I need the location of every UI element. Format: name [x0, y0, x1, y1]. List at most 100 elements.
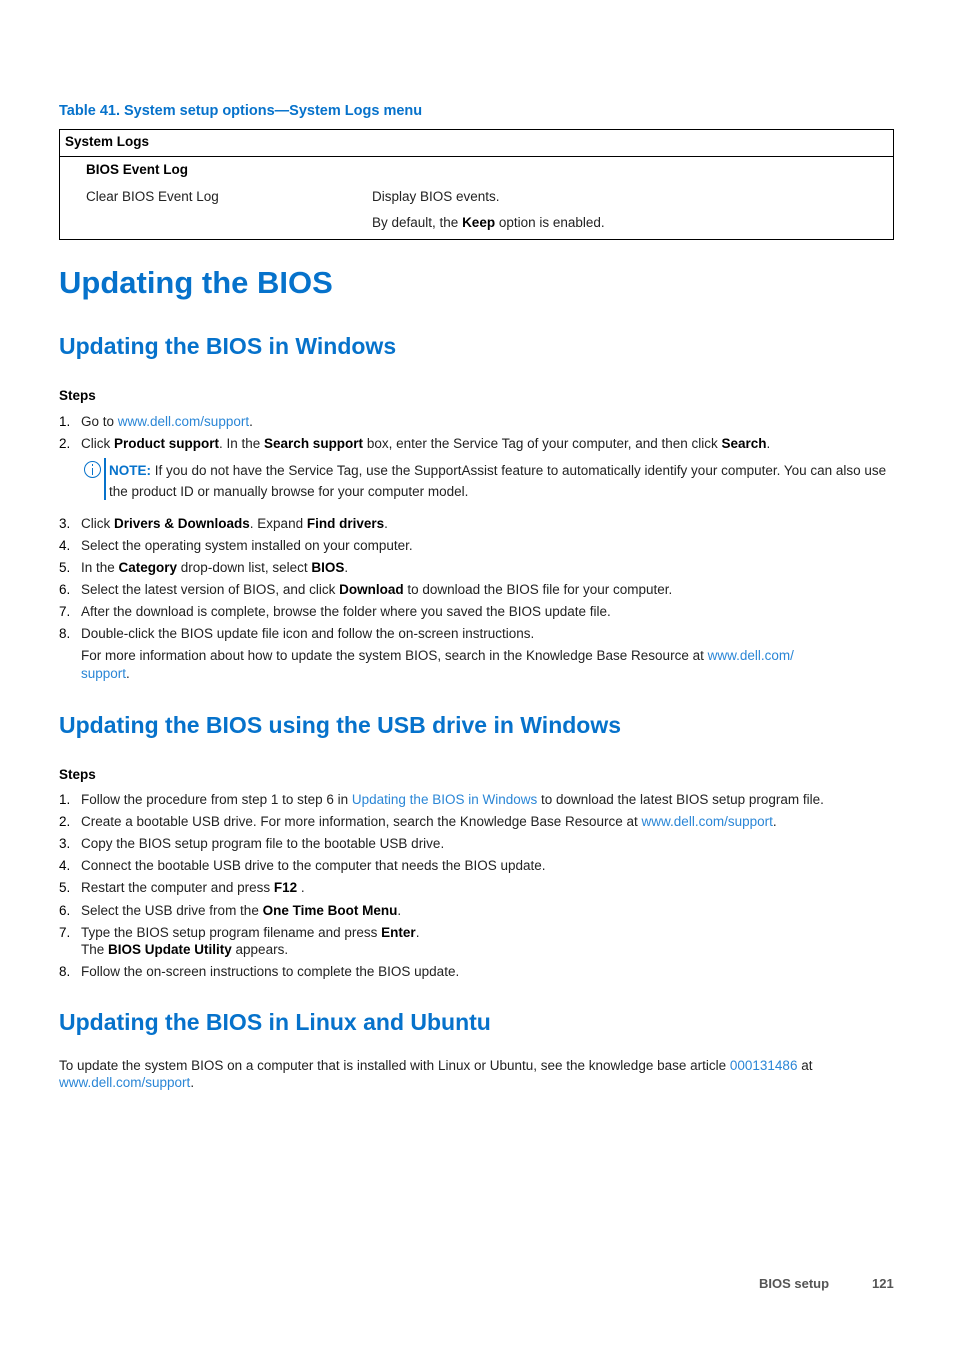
table-caption: Table 41. System setup options—System Lo…	[59, 103, 423, 119]
keep-option: Keep	[462, 215, 496, 230]
more-info-paragraph: For more information about how to update…	[81, 648, 794, 663]
step-number: 7.	[59, 925, 71, 940]
text: Go to	[81, 414, 118, 429]
kb-article-link[interactable]: 000131486	[730, 1058, 798, 1073]
text: By default, the	[372, 215, 463, 230]
step-number: 7.	[59, 604, 71, 619]
section-heading-linux: Updating the BIOS in Linux and Ubuntu	[59, 1009, 491, 1035]
list-item: 5. In the Category drop-down list, select…	[59, 560, 348, 575]
text: . Expand	[249, 516, 307, 531]
list-item-continuation: The BIOS Update Utility appears.	[81, 942, 288, 957]
list-item: 6. Select the USB drive from the One Time…	[59, 903, 401, 918]
bold: Enter	[381, 925, 416, 940]
text: drop-down list, select	[177, 560, 312, 575]
step-number: 4.	[59, 538, 71, 553]
linux-paragraph: To update the system BIOS on a computer …	[59, 1058, 812, 1073]
text: Double-click the BIOS update file icon a…	[81, 626, 535, 641]
list-item: 2. Create a bootable USB drive. For more …	[59, 814, 777, 829]
bold: BIOS	[311, 560, 345, 575]
table-subheader: BIOS Event Log	[86, 162, 189, 177]
text: . In the	[219, 436, 265, 451]
text: to download the BIOS file for your compu…	[403, 582, 673, 597]
bold: BIOS Update Utility	[108, 942, 232, 957]
list-item: 7. After the download is complete, browse…	[59, 604, 611, 619]
page-number: 121	[872, 1276, 894, 1291]
text: For more information about how to update…	[81, 648, 708, 663]
text: .	[297, 880, 305, 895]
updating-bios-windows-link[interactable]: Updating the BIOS in Windows	[352, 792, 537, 807]
text: Copy the BIOS setup program file to the …	[81, 836, 445, 851]
text: To update the system BIOS on a computer …	[59, 1058, 730, 1073]
step-number: 8.	[59, 626, 71, 641]
steps-label: Steps	[59, 388, 96, 403]
text: .	[397, 903, 402, 918]
section-heading-usb: Updating the BIOS using the USB drive in…	[59, 712, 622, 738]
list-item: 5. Restart the computer and press F12 .	[59, 880, 305, 895]
list-item: 3. Click Drivers & Downloads. Expand Find…	[59, 516, 388, 531]
bold: One Time Boot Menu	[262, 903, 398, 918]
text: Connect the bootable USB drive to the co…	[81, 858, 546, 873]
step-number: 1.	[59, 792, 71, 807]
info-icon	[84, 461, 101, 478]
table-description: Display BIOS events.	[372, 189, 500, 204]
text: Follow the on-screen instructions to com…	[81, 964, 460, 979]
step-number: 8.	[59, 964, 71, 979]
footer-section-name: BIOS setup	[759, 1276, 830, 1291]
step-number: 5.	[59, 880, 71, 895]
table-option: Clear BIOS Event Log	[86, 189, 219, 204]
list-item: 4. Select the operating system installed …	[59, 538, 413, 553]
text: .	[249, 414, 253, 429]
list-item: 4. Connect the bootable USB drive to the …	[59, 858, 546, 873]
step-number: 1.	[59, 414, 71, 429]
list-item: 2. Click Product support. In the Search s…	[59, 436, 770, 451]
page-title: Updating the BIOS	[59, 265, 333, 300]
dell-support-link[interactable]: support	[81, 666, 126, 681]
text: .	[415, 925, 420, 940]
text: .	[772, 814, 777, 829]
list-item: 1. Go to www.dell.com/support.	[59, 414, 253, 429]
list-item: 3. Copy the BIOS setup program file to th…	[59, 836, 444, 851]
text: Restart the computer and press	[81, 880, 274, 895]
text: Create a bootable USB drive. For more in…	[81, 814, 642, 829]
table-default-note: By default, the Keep option is enabled.	[372, 215, 605, 230]
bold: Download	[339, 582, 404, 597]
section-heading-windows: Updating the BIOS in Windows	[59, 333, 397, 359]
text: Select the USB drive from the	[81, 903, 263, 918]
text: to download the latest BIOS setup progra…	[537, 792, 824, 807]
step-number: 6.	[59, 903, 71, 918]
text: If you do not have the Service Tag, use …	[109, 463, 887, 499]
list-item: 8. Follow the on-screen instructions to c…	[59, 964, 459, 979]
step-number: 3.	[59, 836, 71, 851]
dell-support-link[interactable]: www.dell.com/support	[59, 1075, 190, 1090]
text: at	[797, 1058, 813, 1073]
text: Select the operating system installed on…	[81, 538, 413, 553]
text: .	[190, 1075, 195, 1090]
dell-support-link[interactable]: www.dell.com/	[708, 648, 794, 663]
list-item: 8. Double-click the BIOS update file icon…	[59, 626, 534, 641]
list-item: 7. Type the BIOS setup program filename a…	[59, 925, 419, 940]
note-bar	[104, 458, 106, 500]
step-number: 5.	[59, 560, 71, 575]
dell-support-link[interactable]: www.dell.com/support	[642, 814, 773, 829]
text: appears.	[231, 942, 289, 957]
step-number: 2.	[59, 814, 71, 829]
text: option is enabled.	[495, 215, 605, 230]
step-number: 6.	[59, 582, 71, 597]
note-text: NOTE: If you do not have the Service Tag…	[109, 460, 899, 502]
text: Click	[81, 516, 114, 531]
dell-support-link[interactable]: www.dell.com/support	[118, 414, 249, 429]
step-number: 2.	[59, 436, 71, 451]
text: box, enter the Service Tag of your compu…	[363, 436, 722, 451]
step-number: 4.	[59, 858, 71, 873]
text: Follow the procedure from step 1 to step…	[81, 792, 352, 807]
linux-paragraph-cont: www.dell.com/support.	[59, 1075, 194, 1090]
text: Select the latest version of BIOS, and c…	[81, 582, 340, 597]
text: Click	[81, 436, 114, 451]
text: .	[384, 516, 388, 531]
table-header-row: System Logs	[60, 130, 893, 157]
bold: Find drivers	[306, 516, 385, 531]
text: The	[81, 942, 109, 957]
text: .	[344, 560, 349, 575]
bold: F12	[273, 880, 298, 895]
text: After the download is complete, browse t…	[81, 604, 611, 619]
